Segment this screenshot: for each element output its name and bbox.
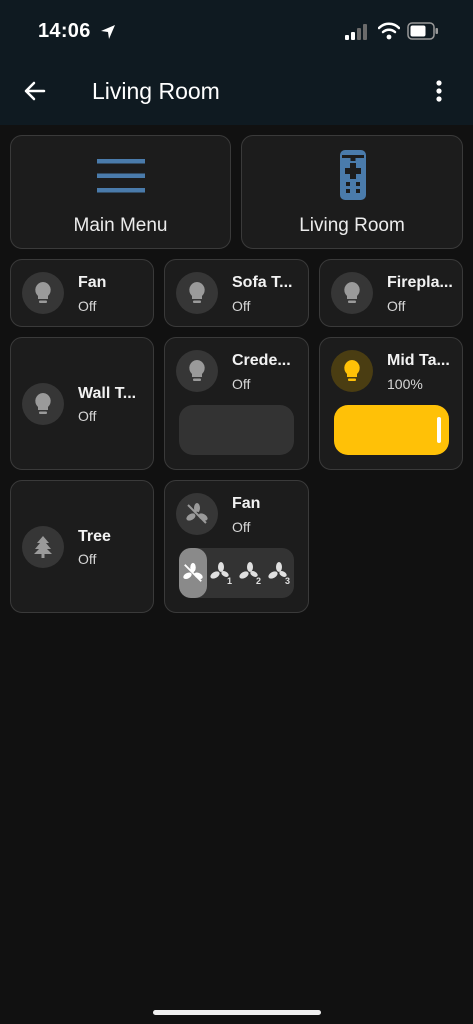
sofa-light-tile[interactable]: Sofa T... Off [164, 259, 309, 327]
wall-tile-state: Off [78, 408, 97, 424]
more-options-icon[interactable] [426, 76, 452, 106]
mid-table-tile-state: 100% [387, 376, 423, 392]
credenza-tile-name: Crede... [232, 352, 291, 369]
fan-speed-selector[interactable]: 1 2 3 [179, 548, 294, 598]
app-header: 14:06 Living Room [0, 0, 473, 125]
brightness-slider[interactable] [179, 405, 294, 455]
page-title: Living Room [92, 78, 220, 104]
battery-icon [407, 22, 438, 40]
svg-text:2: 2 [256, 576, 261, 585]
bulb-icon[interactable] [22, 272, 64, 314]
fireplace-tile-state: Off [387, 298, 406, 314]
sofa-tile-name: Sofa T... [232, 274, 293, 291]
fireplace-light-tile[interactable]: Firepla... Off [319, 259, 463, 327]
fan-speed-1-button[interactable]: 1 [208, 548, 236, 598]
bulb-icon[interactable] [22, 383, 64, 425]
mid-table-light-tile[interactable]: Mid Ta... 100% [319, 337, 463, 470]
cellular-signal-icon [345, 24, 367, 40]
bulb-icon[interactable] [176, 272, 218, 314]
fan-light-tile[interactable]: Fan Off [10, 259, 154, 327]
bulb-icon[interactable] [331, 272, 373, 314]
credenza-tile-state: Off [232, 376, 251, 392]
fan-tile-state: Off [78, 298, 97, 314]
location-arrow-icon [101, 25, 115, 39]
fireplace-tile-name: Firepla... [387, 274, 453, 291]
bulb-icon[interactable] [331, 350, 373, 392]
fan-control-tile[interactable]: Fan Off 1 2 3 [164, 480, 309, 613]
main-menu-label: Main Menu [73, 215, 168, 236]
fan-speed-2-icon: 2 [239, 562, 261, 585]
svg-text:1: 1 [227, 576, 232, 585]
remote-icon [340, 150, 366, 200]
status-time: 14:06 [38, 20, 91, 42]
fan-speed-off-button[interactable] [179, 548, 207, 598]
svg-text:3: 3 [285, 576, 290, 585]
living-room-label: Living Room [299, 215, 405, 236]
tree-icon[interactable] [22, 526, 64, 568]
tree-tile-state: Off [78, 551, 97, 567]
slider-handle[interactable] [437, 417, 441, 443]
wall-tile-name: Wall T... [78, 385, 137, 402]
menu-icon [97, 159, 145, 193]
fan-speed-1-icon: 1 [210, 562, 232, 585]
sofa-tile-state: Off [232, 298, 251, 314]
main-menu-card[interactable]: Main Menu [10, 135, 231, 249]
wifi-icon [378, 22, 400, 40]
fan2-tile-state: Off [232, 519, 251, 535]
credenza-light-tile[interactable]: Crede... Off [164, 337, 309, 470]
fan-tile-name: Fan [78, 274, 107, 291]
living-room-card[interactable]: Living Room [241, 135, 463, 249]
fan-speed-2-button[interactable]: 2 [237, 548, 265, 598]
fan2-tile-name: Fan [232, 495, 261, 512]
tree-tile-name: Tree [78, 528, 111, 545]
fan-speed-3-icon: 3 [268, 562, 290, 585]
brightness-slider[interactable] [334, 405, 449, 455]
back-arrow-icon[interactable] [20, 76, 50, 106]
tree-tile[interactable]: Tree Off [10, 480, 154, 613]
fan-off-icon[interactable] [176, 493, 218, 535]
home-indicator[interactable] [153, 1010, 321, 1015]
fan-off-icon [183, 562, 203, 582]
wall-light-tile[interactable]: Wall T... Off [10, 337, 154, 470]
bulb-icon[interactable] [176, 350, 218, 392]
fan-speed-3-button[interactable]: 3 [266, 548, 294, 598]
mid-table-tile-name: Mid Ta... [387, 352, 450, 369]
